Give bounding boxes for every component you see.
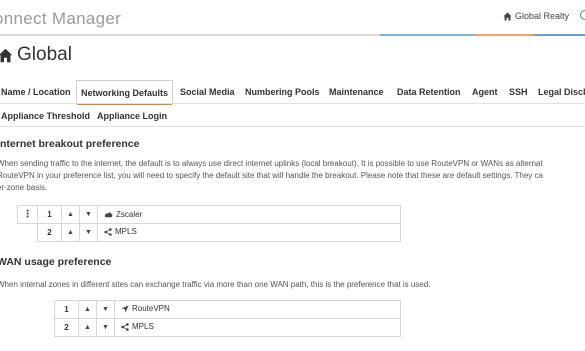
move-up-button[interactable]: ▲ xyxy=(78,300,97,319)
move-up-button[interactable]: ▲ xyxy=(61,223,80,242)
tab-maintenance[interactable]: Maintenance xyxy=(325,80,388,104)
empty-cell xyxy=(17,223,38,242)
tab-networking-defaults[interactable]: Networking Defaults xyxy=(76,80,174,105)
home-icon xyxy=(503,11,512,21)
app-title: onnect Manager xyxy=(0,9,122,28)
share-icon xyxy=(104,227,112,236)
tab-social-media[interactable]: Social Media xyxy=(176,80,239,104)
move-down-button[interactable]: ▼ xyxy=(79,223,98,242)
table-row: 2 ▲ ▼ MPLS xyxy=(17,223,401,242)
tab-divider xyxy=(0,103,585,104)
move-up-button[interactable]: ▲ xyxy=(78,318,97,337)
caret-down-icon: ▼ xyxy=(85,229,92,236)
header-stripe xyxy=(475,34,533,36)
tab-name-location[interactable]: Name / Location xyxy=(0,80,75,104)
uplink-name-text: RouteVPN xyxy=(132,304,170,314)
tab-appliance-threshold[interactable]: Appliance Threshold xyxy=(1,108,90,124)
top-bar: onnect Manager Global Realty xyxy=(0,0,585,34)
move-down-button[interactable]: ▼ xyxy=(96,318,115,337)
user-icon[interactable] xyxy=(580,10,585,20)
header-stripe xyxy=(0,34,380,36)
breakout-desc-line: er-zone basis. xyxy=(0,183,48,192)
uplink-name-text: MPLS xyxy=(115,227,137,237)
row-uplink-name: MPLS xyxy=(97,223,401,242)
table-row: ⋮ 1 ▲ ▼ Zscaler xyxy=(17,205,401,224)
uplink-name-text: Zscaler xyxy=(116,209,143,219)
location-arrow-icon xyxy=(121,305,129,313)
kebab-icon: ⋮ xyxy=(22,208,33,220)
row-uplink-name: MPLS xyxy=(114,318,401,337)
row-uplink-name: RouteVPN xyxy=(114,300,401,319)
org-name: Global Realty xyxy=(515,11,570,21)
caret-down-icon: ▼ xyxy=(85,211,92,218)
row-priority: 1 xyxy=(37,205,62,224)
breakout-desc-line: RouteVPN in your preference list, you wi… xyxy=(0,171,543,180)
cloud-icon xyxy=(104,211,113,217)
caret-up-icon: ▲ xyxy=(67,229,74,236)
tab-divider xyxy=(0,126,585,127)
tab-legal-disclaimer[interactable]: Legal Discla xyxy=(534,80,585,104)
tab-numbering-pools[interactable]: Numbering Pools xyxy=(241,80,324,104)
row-priority: 2 xyxy=(54,318,79,337)
row-menu-button[interactable]: ⋮ xyxy=(17,205,38,224)
row-uplink-name: Zscaler xyxy=(97,205,401,224)
header-stripe xyxy=(380,34,475,36)
page-title-text: Global xyxy=(17,44,72,65)
move-down-button[interactable]: ▼ xyxy=(79,205,98,224)
caret-up-icon: ▲ xyxy=(67,211,74,218)
org-selector[interactable]: Global Realty xyxy=(503,11,569,21)
tab-appliance-login[interactable]: Appliance Login xyxy=(97,108,167,124)
row-priority: 1 xyxy=(54,300,79,319)
table-row: 2 ▲ ▼ MPLS xyxy=(54,318,401,337)
breakout-preference-table: ⋮ 1 ▲ ▼ Zscaler 2 ▲ ▼ MPLS xyxy=(17,205,401,242)
home-icon xyxy=(0,48,13,62)
tab-bar: Name / Location Networking Defaults Soci… xyxy=(0,80,585,105)
breakout-section-title: nternet breakout preference xyxy=(0,138,140,150)
page-title: Global xyxy=(0,44,72,66)
tab-ssh[interactable]: SSH xyxy=(505,80,532,104)
tab-data-retention[interactable]: Data Retention xyxy=(393,80,465,104)
tab-agent[interactable]: Agent xyxy=(468,80,502,104)
caret-up-icon: ▲ xyxy=(84,306,91,313)
breakout-description: When sending traffic to the internet, th… xyxy=(0,158,582,194)
wan-section-title: WAN usage preference xyxy=(0,256,112,268)
header-stripe xyxy=(533,34,585,36)
caret-down-icon: ▼ xyxy=(102,306,109,313)
row-priority: 2 xyxy=(37,223,62,242)
wan-description: When internal zones in different sites c… xyxy=(0,280,431,289)
wan-preference-table: 1 ▲ ▼ RouteVPN 2 ▲ ▼ MPLS xyxy=(54,300,401,337)
caret-up-icon: ▲ xyxy=(84,324,91,331)
table-row: 1 ▲ ▼ RouteVPN xyxy=(54,300,401,319)
move-down-button[interactable]: ▼ xyxy=(96,300,115,319)
caret-down-icon: ▼ xyxy=(102,324,109,331)
breakout-desc-line: When sending traffic to the internet, th… xyxy=(0,159,543,168)
uplink-name-text: MPLS xyxy=(132,322,154,332)
share-icon xyxy=(121,322,129,331)
move-up-button[interactable]: ▲ xyxy=(61,205,80,224)
